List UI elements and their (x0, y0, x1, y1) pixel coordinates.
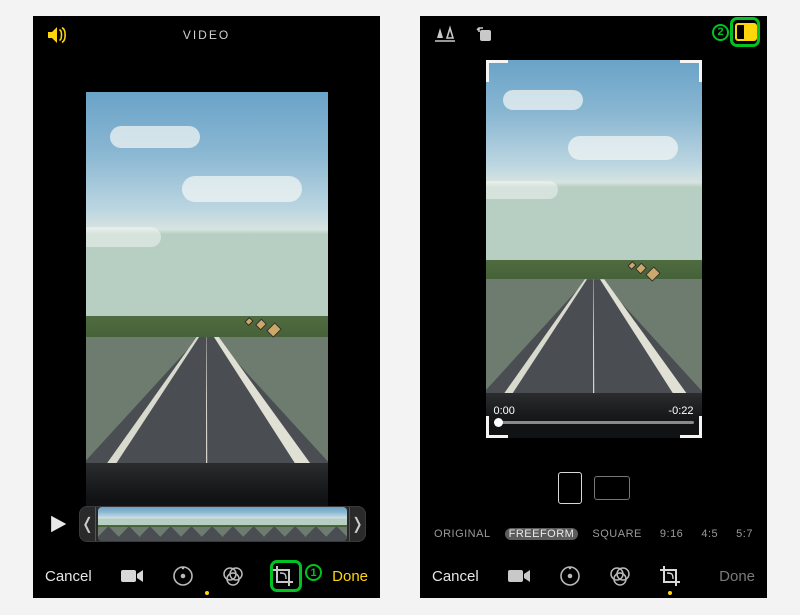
volume-button[interactable] (47, 26, 69, 44)
top-bar: 2 (420, 16, 767, 54)
aspect-9-16[interactable]: 9:16 (656, 528, 687, 540)
annotation-number: 1 (305, 564, 322, 581)
trim-handle-left[interactable]: ❬ (80, 507, 96, 541)
screen-editor: VIDEO ❬ (33, 16, 380, 598)
aspect-original[interactable]: ORIGINAL (430, 528, 495, 540)
trim-control[interactable]: ❬ ❭ (79, 506, 366, 542)
aspect-5-7[interactable]: 5:7 (732, 528, 757, 540)
adjust-tool-icon[interactable] (172, 565, 194, 587)
crop-tool-icon[interactable] (659, 565, 681, 587)
crop-corner-tr[interactable] (680, 60, 702, 82)
bottom-bar: Cancel Done (33, 554, 380, 598)
crop-corner-bl[interactable] (486, 416, 508, 438)
orientation-row (420, 472, 767, 512)
bottom-bar: Cancel Done (420, 554, 767, 598)
filmstrip[interactable] (98, 507, 347, 541)
crop-corner-tl[interactable] (486, 60, 508, 82)
orientation-landscape[interactable] (594, 476, 630, 500)
aspect-freeform[interactable]: FREEFORM (505, 528, 579, 540)
edit-tool-toolbar (420, 565, 767, 587)
aspect-square[interactable]: SQUARE (588, 528, 645, 540)
trim-handle-right[interactable]: ❭ (349, 507, 365, 541)
timeline-row: ❬ ❭ (47, 506, 366, 542)
crop-tool-icon[interactable] (272, 565, 294, 587)
filters-tool-icon[interactable] (222, 565, 244, 587)
rotate-icon[interactable] (474, 24, 494, 44)
filters-tool-icon[interactable] (609, 565, 631, 587)
orientation-portrait[interactable] (558, 472, 582, 504)
screen-title: VIDEO (183, 28, 230, 42)
play-button[interactable] (47, 513, 69, 535)
edit-tool-toolbar (33, 565, 380, 587)
crop-corner-br[interactable] (680, 416, 702, 438)
crop-frame[interactable] (486, 60, 702, 438)
adjust-tool-icon[interactable] (559, 565, 581, 587)
annotation-number: 2 (712, 24, 729, 41)
video-tool-icon[interactable] (120, 568, 144, 584)
top-bar: VIDEO (33, 16, 380, 54)
screen-crop: 2 0:00 -0:22 (420, 16, 767, 598)
aspect-bar: ORIGINAL FREEFORM SQUARE 9:16 4:5 5:7 (420, 514, 767, 554)
crop-area[interactable]: 0:00 -0:22 (486, 60, 702, 438)
aspect-ratio-button[interactable] (735, 22, 757, 42)
aspect-4-5[interactable]: 4:5 (697, 528, 722, 540)
video-tool-icon[interactable] (507, 568, 531, 584)
video-preview[interactable] (86, 92, 328, 514)
flip-icon[interactable] (434, 24, 456, 44)
